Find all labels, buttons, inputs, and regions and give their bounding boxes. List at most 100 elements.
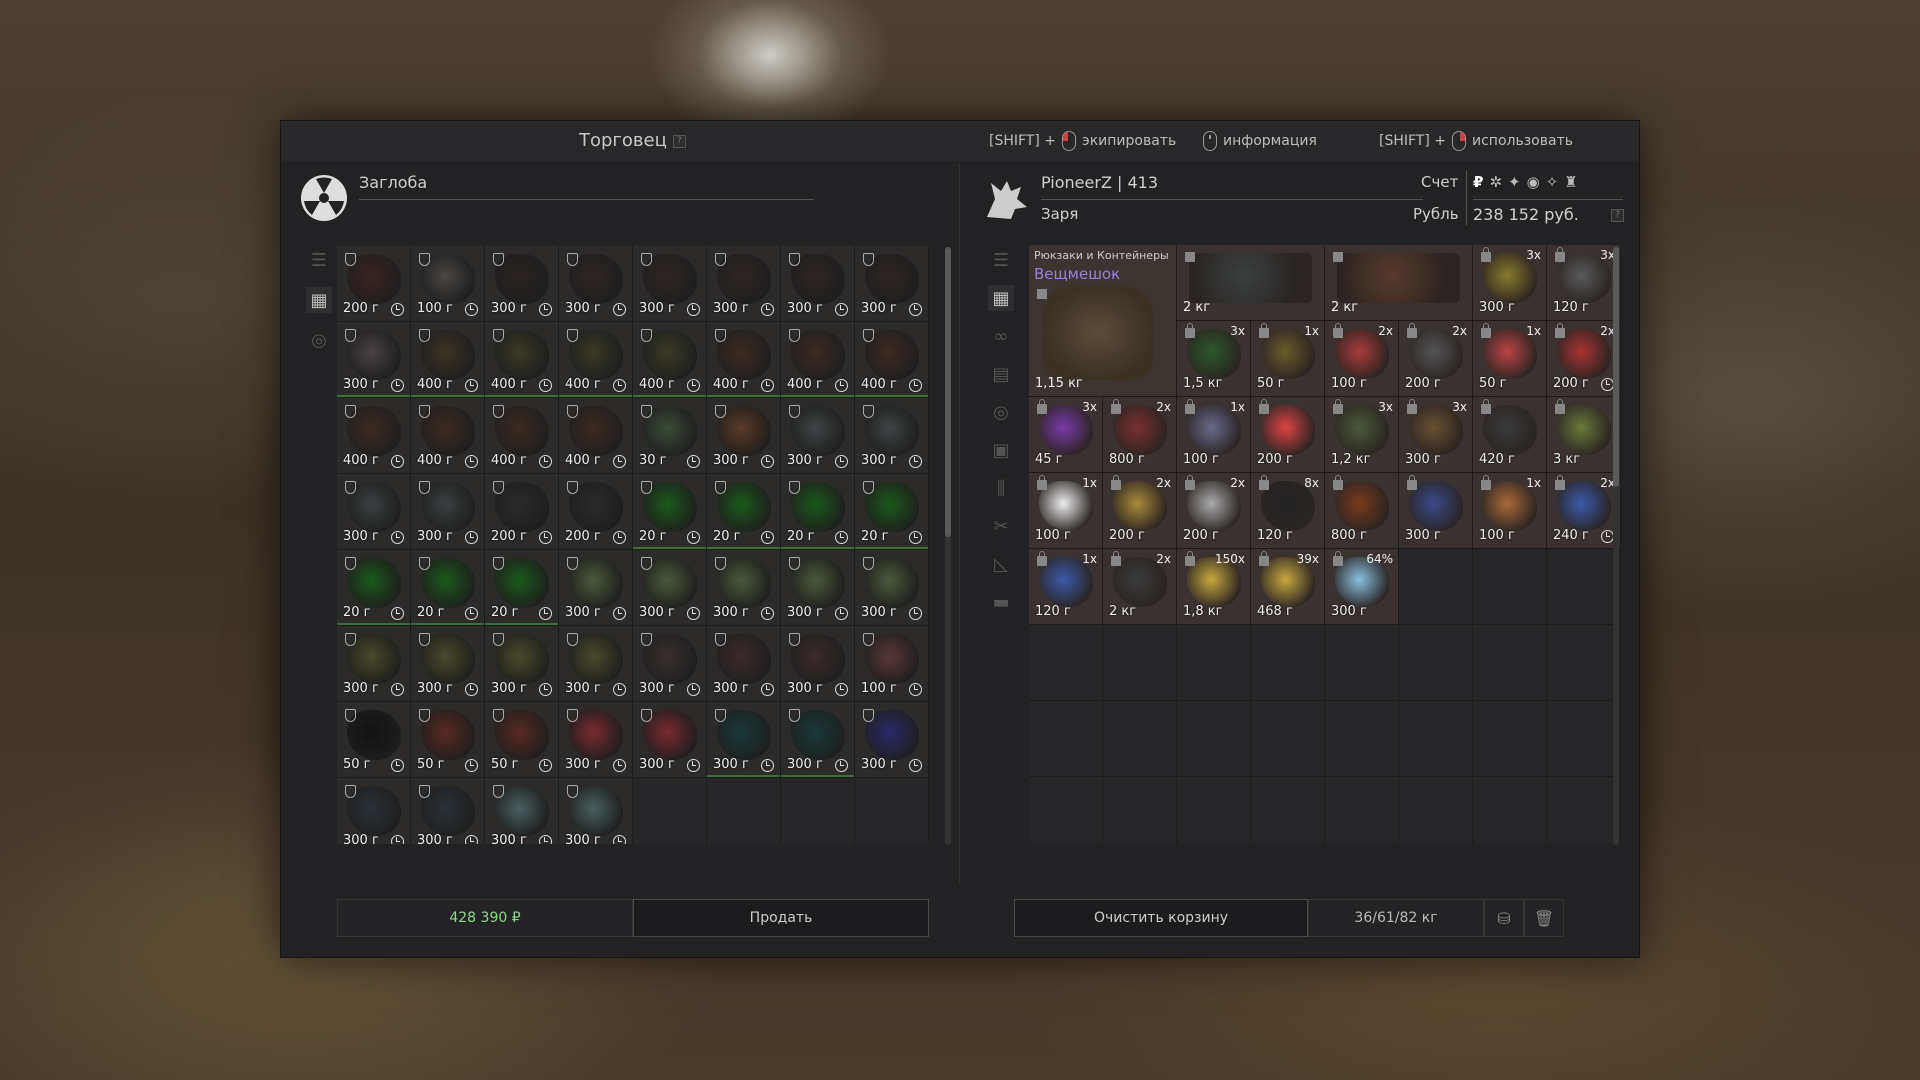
- trader-item[interactable]: 300 г: [707, 550, 781, 626]
- trader-item[interactable]: 50 г: [411, 702, 485, 778]
- clear-cart-button[interactable]: Очистить корзину: [1014, 899, 1308, 937]
- help-icon[interactable]: ?: [672, 134, 686, 148]
- trader-item[interactable]: 300 г: [707, 702, 781, 778]
- trader-item[interactable]: 200 г: [559, 474, 633, 550]
- trader-item[interactable]: 50 г: [485, 702, 559, 778]
- player-item[interactable]: 200 г: [1251, 397, 1325, 473]
- star-currency-icon[interactable]: ✦: [1508, 173, 1521, 191]
- trader-item[interactable]: 300 г: [411, 474, 485, 550]
- container-icon[interactable]: ▬: [988, 589, 1014, 615]
- player-item[interactable]: 2 кг: [1325, 245, 1473, 321]
- artifact-icon[interactable]: ◎: [988, 399, 1014, 425]
- trader-item[interactable]: 400 г: [411, 322, 485, 398]
- trader-item[interactable]: 300 г: [337, 474, 411, 550]
- trader-item[interactable]: 300 г: [633, 550, 707, 626]
- trader-item[interactable]: 100 г: [411, 246, 485, 322]
- trader-item[interactable]: 300 г: [633, 702, 707, 778]
- player-item[interactable]: 800 г: [1325, 473, 1399, 549]
- trader-item[interactable]: 400 г: [485, 322, 559, 398]
- player-item[interactable]: 3 кг: [1547, 397, 1621, 473]
- trader-item[interactable]: 100 г: [855, 626, 929, 702]
- list-view-icon[interactable]: ☰: [306, 247, 332, 273]
- trader-item[interactable]: 20 г: [485, 550, 559, 626]
- trader-item[interactable]: 300 г: [559, 702, 633, 778]
- trader-item[interactable]: 300 г: [781, 398, 855, 474]
- link-icon[interactable]: ∞: [988, 323, 1014, 349]
- trader-item[interactable]: 30 г: [633, 398, 707, 474]
- trader-item[interactable]: 300 г: [485, 778, 559, 844]
- gear-currency-icon[interactable]: ✲: [1489, 173, 1502, 191]
- trader-item[interactable]: 400 г: [411, 398, 485, 474]
- trader-item[interactable]: 300 г: [337, 778, 411, 844]
- trader-item[interactable]: 400 г: [855, 322, 929, 398]
- trader-item[interactable]: 300 г: [337, 626, 411, 702]
- player-item[interactable]: 2x 100 г: [1325, 321, 1399, 397]
- player-item[interactable]: 3x 120 г: [1547, 245, 1621, 321]
- ruble-icon[interactable]: ₽: [1473, 173, 1483, 191]
- player-item[interactable]: 2x 2 кг: [1103, 549, 1177, 625]
- trader-item[interactable]: 300 г: [707, 626, 781, 702]
- player-item[interactable]: 2x 200 г: [1399, 321, 1473, 397]
- player-item[interactable]: 64% 300 г: [1325, 549, 1399, 625]
- trader-item[interactable]: 50 г: [337, 702, 411, 778]
- trader-item[interactable]: 300 г: [781, 550, 855, 626]
- player-item[interactable]: 1x 100 г: [1029, 473, 1103, 549]
- trader-item[interactable]: 400 г: [633, 322, 707, 398]
- grid-view-icon[interactable]: ▦: [988, 285, 1014, 311]
- spark-currency-icon[interactable]: ✧: [1546, 173, 1559, 191]
- trader-item[interactable]: 300 г: [411, 626, 485, 702]
- trader-item[interactable]: 20 г: [633, 474, 707, 550]
- player-item[interactable]: 3x 1,5 кг: [1177, 321, 1251, 397]
- currency-selector[interactable]: ₽ ✲ ✦ ◉ ✧ ♜: [1473, 173, 1578, 191]
- player-item[interactable]: 39x 468 г: [1251, 549, 1325, 625]
- player-item[interactable]: 2x 800 г: [1103, 397, 1177, 473]
- trader-item[interactable]: 200 г: [485, 474, 559, 550]
- trader-item[interactable]: 400 г: [337, 398, 411, 474]
- trader-item[interactable]: 20 г: [855, 474, 929, 550]
- trader-item[interactable]: 300 г: [485, 246, 559, 322]
- player-scrollbar[interactable]: [1613, 247, 1619, 845]
- trader-item[interactable]: 400 г: [707, 322, 781, 398]
- armor-icon[interactable]: ▤: [988, 361, 1014, 387]
- trader-item[interactable]: 300 г: [781, 246, 855, 322]
- player-item[interactable]: 420 г: [1473, 397, 1547, 473]
- trash-icon[interactable]: 🗑: [1524, 899, 1564, 937]
- player-item[interactable]: 1x 100 г: [1473, 473, 1547, 549]
- ammo-icon[interactable]: ⫼: [988, 475, 1014, 501]
- player-item[interactable]: 2x 240 г: [1547, 473, 1621, 549]
- trader-item[interactable]: 300 г: [855, 398, 929, 474]
- player-item[interactable]: 1x 120 г: [1029, 549, 1103, 625]
- trader-item[interactable]: 20 г: [411, 550, 485, 626]
- trader-item[interactable]: 300 г: [633, 626, 707, 702]
- trader-item[interactable]: 300 г: [411, 778, 485, 844]
- trader-item[interactable]: 400 г: [559, 398, 633, 474]
- player-item[interactable]: 300 г: [1399, 473, 1473, 549]
- trader-item[interactable]: 400 г: [485, 398, 559, 474]
- player-item[interactable]: 3x 300 г: [1473, 245, 1547, 321]
- misc-icon[interactable]: ◺: [988, 551, 1014, 577]
- trader-item[interactable]: 300 г: [707, 246, 781, 322]
- trader-item[interactable]: 20 г: [781, 474, 855, 550]
- player-item[interactable]: 150x 1,8 кг: [1177, 549, 1251, 625]
- player-item[interactable]: 2x 200 г: [1177, 473, 1251, 549]
- trader-item[interactable]: 400 г: [559, 322, 633, 398]
- sell-button[interactable]: Продать: [633, 899, 929, 937]
- trader-item[interactable]: 300 г: [633, 246, 707, 322]
- player-item[interactable]: 3x 45 г: [1029, 397, 1103, 473]
- backpack-slot[interactable]: Рюкзаки и Контейнеры Вещмешок 1,15 кг: [1029, 245, 1177, 397]
- grid-view-icon[interactable]: ▦: [306, 287, 332, 313]
- trader-item[interactable]: 300 г: [559, 246, 633, 322]
- filter-icon[interactable]: ◎: [306, 327, 332, 353]
- trader-item[interactable]: 300 г: [559, 778, 633, 844]
- trader-item[interactable]: 300 г: [707, 398, 781, 474]
- trader-item[interactable]: 400 г: [781, 322, 855, 398]
- trader-scrollbar[interactable]: [945, 247, 951, 845]
- player-item[interactable]: 1x 50 г: [1473, 321, 1547, 397]
- player-item[interactable]: 2 кг: [1177, 245, 1325, 321]
- trader-item[interactable]: 300 г: [485, 626, 559, 702]
- trader-item[interactable]: 20 г: [337, 550, 411, 626]
- list-view-icon[interactable]: ☰: [988, 247, 1014, 273]
- trader-item[interactable]: 300 г: [781, 702, 855, 778]
- player-item[interactable]: 3x 300 г: [1399, 397, 1473, 473]
- player-item[interactable]: 2x 200 г: [1547, 321, 1621, 397]
